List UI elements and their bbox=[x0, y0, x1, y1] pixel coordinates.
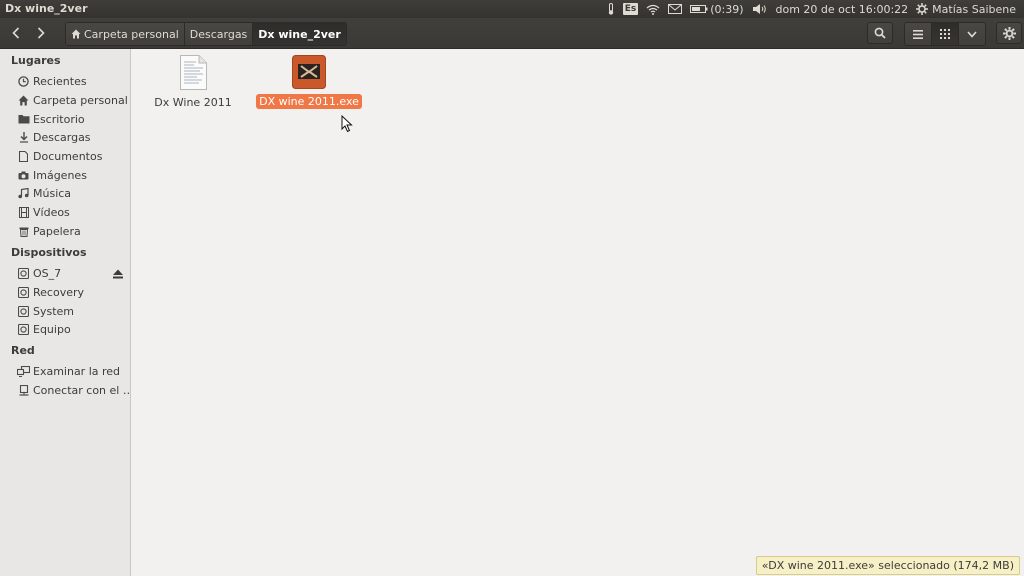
sidebar-item-system[interactable]: System bbox=[17, 302, 74, 320]
breadcrumb-descargas[interactable]: Descargas bbox=[184, 23, 254, 45]
file-name: Dx Wine 2011 bbox=[154, 96, 232, 109]
download-icon bbox=[17, 131, 30, 144]
chevron-left-icon bbox=[12, 27, 20, 39]
breadcrumb: Carpeta personal Descargas Dx wine_2ver bbox=[65, 22, 347, 46]
sidebar-item-equipo[interactable]: Equipo bbox=[17, 320, 71, 338]
toolbar: Carpeta personal Descargas Dx wine_2ver bbox=[0, 18, 1024, 49]
sidebar: Lugares Recientes Carpeta personal Escri… bbox=[0, 49, 134, 576]
sidebar-item-os7[interactable]: OS_7 bbox=[17, 264, 61, 282]
chevron-right-icon bbox=[37, 27, 45, 39]
clock[interactable]: dom 20 de oct 16:00:22 bbox=[772, 0, 913, 18]
server-icon bbox=[17, 384, 30, 397]
sidebar-item-musica[interactable]: Música bbox=[17, 184, 71, 202]
sidebar-item-descargas[interactable]: Descargas bbox=[17, 128, 91, 146]
chevron-down-icon bbox=[967, 30, 977, 38]
view-options-button[interactable] bbox=[959, 23, 985, 45]
grid-view-button[interactable] bbox=[932, 23, 959, 45]
music-icon bbox=[17, 187, 30, 200]
sidebar-item-carpeta-personal[interactable]: Carpeta personal bbox=[17, 91, 128, 109]
settings-button[interactable] bbox=[996, 22, 1022, 44]
sidebar-header-network: Red bbox=[11, 344, 35, 357]
mail-icon[interactable] bbox=[664, 0, 686, 18]
battery-icon bbox=[690, 5, 708, 13]
search-button[interactable] bbox=[867, 22, 893, 44]
session-menu[interactable]: Matías Saibene bbox=[912, 0, 1020, 18]
home-icon bbox=[71, 29, 81, 39]
indicator-area: Es (0:39) dom 20 de oct 16:00:22 Matías … bbox=[603, 0, 1020, 18]
list-view-button[interactable] bbox=[905, 23, 932, 45]
sidebar-item-recientes[interactable]: Recientes bbox=[17, 72, 87, 90]
trash-icon bbox=[17, 225, 30, 238]
drive-icon bbox=[17, 323, 30, 336]
forward-button[interactable] bbox=[29, 23, 53, 43]
drive-icon bbox=[17, 267, 30, 280]
sidebar-item-imagenes[interactable]: Imágenes bbox=[17, 166, 87, 184]
drive-icon bbox=[17, 305, 30, 318]
network-icon bbox=[17, 365, 30, 378]
sidebar-item-examinar-red[interactable]: Examinar la red bbox=[17, 362, 120, 380]
film-icon bbox=[17, 206, 30, 219]
sidebar-item-escritorio[interactable]: Escritorio bbox=[17, 110, 85, 128]
file-name-selected: DX wine 2011.exe bbox=[256, 94, 362, 109]
volume-icon[interactable] bbox=[748, 0, 772, 18]
gear-icon bbox=[916, 3, 929, 15]
mouse-pointer-icon bbox=[341, 115, 353, 133]
sidebar-item-conectar-servidor[interactable]: Conectar con el … bbox=[17, 381, 134, 399]
window-title: Dx wine_2ver bbox=[5, 2, 88, 15]
sidebar-item-recovery[interactable]: Recovery bbox=[17, 283, 84, 301]
battery-time: (0:39) bbox=[710, 2, 744, 16]
search-icon bbox=[874, 27, 886, 39]
view-switcher bbox=[904, 22, 986, 46]
file-item-dx-wine-2011-exe[interactable]: DX wine 2011.exe bbox=[256, 55, 362, 109]
sidebar-header-devices: Dispositivos bbox=[11, 246, 87, 259]
breadcrumb-current[interactable]: Dx wine_2ver bbox=[253, 23, 346, 45]
grid-icon bbox=[940, 29, 950, 39]
sidebar-item-videos[interactable]: Vídeos bbox=[17, 203, 70, 221]
status-bar: «DX wine 2011.exe» seleccionado (174,2 M… bbox=[755, 556, 1020, 575]
thermometer-icon[interactable] bbox=[603, 0, 619, 18]
battery-indicator[interactable]: (0:39) bbox=[686, 0, 747, 18]
text-file-icon bbox=[180, 55, 207, 90]
list-icon bbox=[913, 29, 923, 39]
sidebar-header-places: Lugares bbox=[11, 54, 61, 67]
user-name: Matías Saibene bbox=[932, 2, 1016, 16]
drive-icon bbox=[17, 286, 30, 299]
sidebar-item-papelera[interactable]: Papelera bbox=[17, 222, 81, 240]
document-icon bbox=[17, 150, 30, 163]
wifi-icon[interactable] bbox=[642, 0, 664, 18]
home-icon bbox=[17, 94, 30, 107]
sidebar-item-documentos[interactable]: Documentos bbox=[17, 147, 102, 165]
camera-icon bbox=[17, 169, 30, 182]
top-panel: Dx wine_2ver Es (0:39) dom 20 de oct 16:… bbox=[0, 0, 1024, 18]
keyboard-layout-indicator[interactable]: Es bbox=[619, 0, 643, 18]
file-item-dx-wine-2011[interactable]: Dx Wine 2011 bbox=[154, 55, 232, 110]
file-view[interactable]: Dx Wine 2011 DX wine 2011.exe «DX wine 2… bbox=[131, 49, 1024, 576]
folder-icon bbox=[17, 113, 30, 126]
eject-icon[interactable] bbox=[112, 268, 124, 280]
gear-icon bbox=[1002, 26, 1016, 40]
clock-icon bbox=[17, 75, 30, 88]
breadcrumb-home[interactable]: Carpeta personal bbox=[66, 23, 185, 45]
exe-file-icon bbox=[292, 55, 326, 89]
back-button[interactable] bbox=[4, 23, 28, 43]
